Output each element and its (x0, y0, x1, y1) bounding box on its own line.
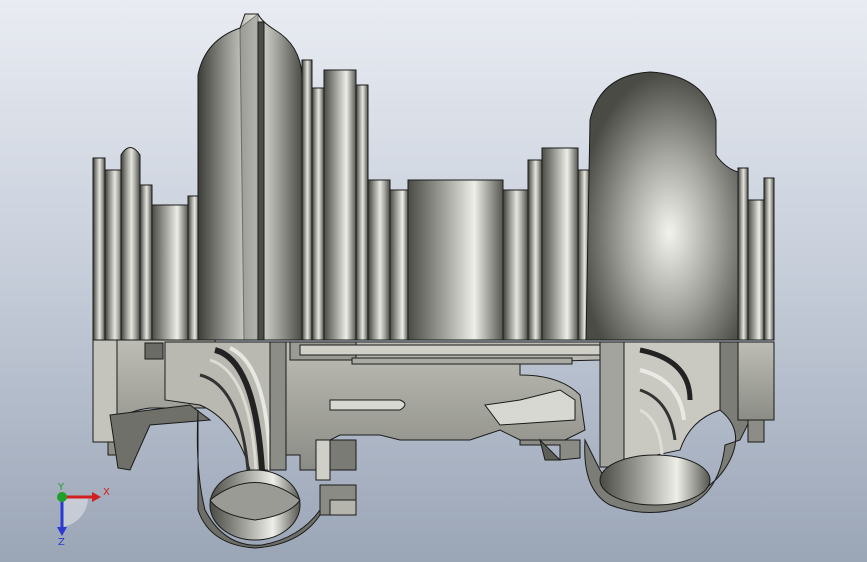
turbine-wheel (599, 341, 721, 468)
turbocharger-model[interactable] (0, 0, 867, 562)
turbine-housing (585, 71, 775, 341)
compressor-inlet-flange (92, 147, 201, 341)
compressor-housing (197, 12, 369, 341)
bearing-housing (367, 147, 591, 341)
graphics-viewport[interactable]: X Y Z (0, 0, 867, 562)
section-cut (92, 339, 775, 549)
